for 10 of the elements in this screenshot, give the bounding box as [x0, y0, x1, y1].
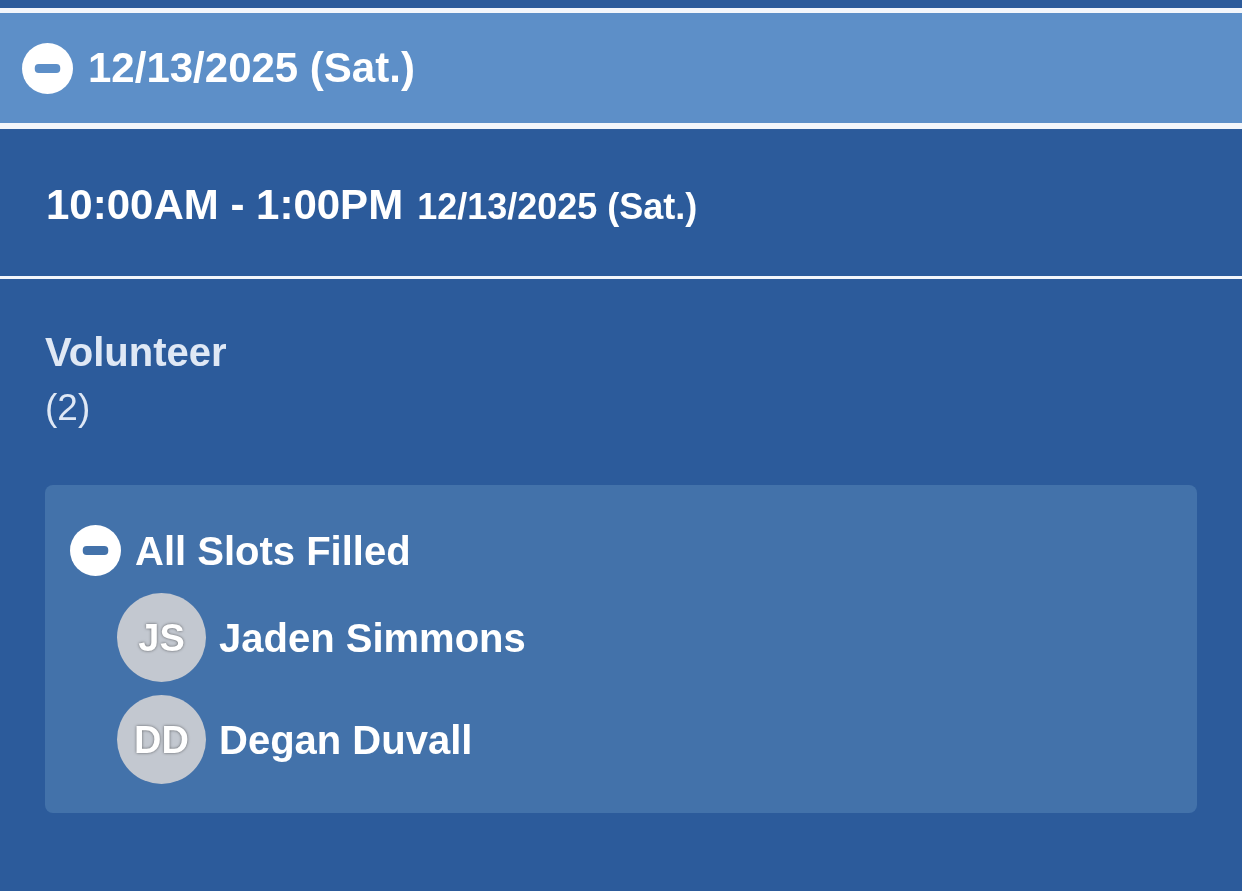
initials-avatar: JS [117, 593, 206, 682]
volunteer-name: Degan Duvall [219, 719, 473, 760]
role-name: Volunteer [45, 329, 227, 376]
date-group-header[interactable]: 12/13/2025 (Sat.) [0, 13, 1242, 123]
shift-time: 10:00AM - 1:00PM [46, 183, 404, 226]
role-count: (2) [45, 386, 91, 430]
shift-date: 12/13/2025 (Sat.) [417, 188, 698, 225]
slots-toggle[interactable]: All Slots Filled [70, 525, 411, 576]
initials-avatar: DD [117, 695, 206, 784]
volunteer-name: Jaden Simmons [219, 617, 526, 658]
